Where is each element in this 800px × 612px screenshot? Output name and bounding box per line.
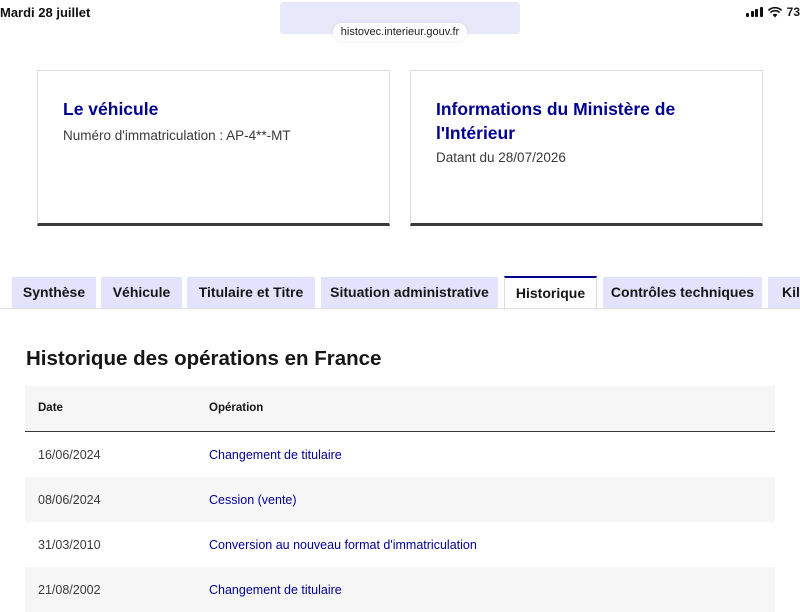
status-indicators: 73 (746, 5, 800, 19)
row-operation-link[interactable]: Conversion au nouveau format d'immatricu… (209, 538, 477, 552)
tab-bar: Synthèse Véhicule Titulaire et Titre Sit… (0, 276, 800, 310)
row-operation-link[interactable]: Changement de titulaire (209, 448, 342, 462)
tab-titulaire-et-titre[interactable]: Titulaire et Titre (187, 277, 315, 308)
row-operation-link[interactable]: Cession (vente) (209, 493, 297, 507)
tab-kilometrage[interactable]: Kil (768, 277, 800, 308)
url-bar[interactable]: histovec.interieur.gouv.fr (333, 23, 467, 41)
tab-historique[interactable]: Historique (504, 276, 597, 310)
tabs-divider (0, 308, 800, 309)
registration-number: Numéro d'immatriculation : AP-4**-MT (63, 128, 291, 143)
status-date: Mardi 28 juillet (0, 5, 91, 20)
tab-situation-administrative[interactable]: Situation administrative (321, 277, 498, 308)
tab-controles-techniques[interactable]: Contrôles techniques (603, 277, 762, 308)
ministry-card-title: Informations du Ministère de l'Intérieur (436, 99, 676, 143)
column-header-operation: Opération (209, 402, 264, 414)
row-date: 31/03/2010 (38, 538, 101, 552)
row-date: 16/06/2024 (38, 448, 101, 462)
row-operation-link[interactable]: Changement de titulaire (209, 583, 342, 597)
tab-vehicule[interactable]: Véhicule (101, 277, 182, 308)
tab-synthese[interactable]: Synthèse (12, 277, 96, 308)
data-date: Datant du 28/07/2026 (436, 150, 566, 165)
vehicle-card-title: Le véhicule (63, 99, 159, 119)
row-date: 21/08/2002 (38, 583, 101, 597)
cellular-signal-icon (746, 7, 763, 17)
history-title: Historique des opérations en France (26, 347, 382, 370)
battery-percent: 73 (786, 5, 800, 19)
table-header: Date Opération (25, 386, 775, 432)
table-row: 16/06/2024 Changement de titulaire (25, 432, 775, 477)
wifi-icon (767, 6, 782, 17)
row-date: 08/06/2024 (38, 493, 101, 507)
column-header-date: Date (38, 402, 63, 414)
history-table: Date Opération 16/06/2024 Changement de … (25, 386, 775, 612)
table-row: 31/03/2010 Conversion au nouveau format … (25, 522, 775, 567)
table-row: 08/06/2024 Cession (vente) (25, 477, 775, 522)
table-row: 21/08/2002 Changement de titulaire (25, 567, 775, 612)
vehicle-card: Le véhicule Numéro d'immatriculation : A… (37, 70, 390, 226)
ministry-card: Informations du Ministère de l'Intérieur… (410, 70, 763, 226)
url-text: histovec.interieur.gouv.fr (340, 26, 460, 38)
